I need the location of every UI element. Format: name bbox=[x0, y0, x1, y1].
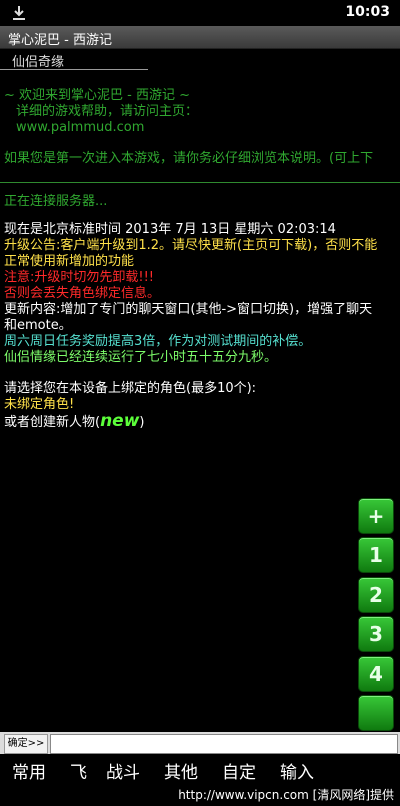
update-content-cont: 和emote。 bbox=[4, 318, 72, 333]
no-role-bound: 未绑定角色! bbox=[4, 397, 75, 412]
create-suffix: ) bbox=[139, 415, 145, 430]
weekend-bonus: 周六周日任务奖励提高3倍，作为对测试期间的补偿。 bbox=[4, 334, 312, 349]
menu-input[interactable]: 输入 bbox=[280, 758, 314, 783]
side-button-4[interactable]: 4 bbox=[358, 656, 394, 692]
bottom-menu: 常用 飞 战斗 其他 自定 输入 bbox=[0, 755, 400, 783]
warning-line-cont: 否则会丢失角色绑定信息。 bbox=[4, 286, 161, 301]
new-character-link[interactable]: new bbox=[100, 411, 139, 431]
side-button-plus[interactable]: + bbox=[358, 498, 394, 534]
create-prefix: 或者创建新人物( bbox=[4, 415, 101, 430]
warning-line: 注意:升级时切勿先卸载!!! bbox=[4, 270, 155, 285]
choose-role-prompt: 请选择您在本设备上绑定的角色(最多10个): bbox=[4, 381, 257, 396]
status-bar: 10:03 bbox=[0, 0, 400, 26]
tab-row: 仙侣奇缘 bbox=[0, 49, 400, 70]
title-bar: 掌心泥巴 - 西游记 bbox=[0, 26, 400, 49]
tab-label: 仙侣奇缘 bbox=[12, 55, 65, 70]
menu-custom[interactable]: 自定 bbox=[222, 758, 256, 783]
update-content: 更新内容:增加了专门的聊天窗口(其他->窗口切换)，增强了聊天 bbox=[4, 302, 373, 317]
watermark-text: http://www.vipcn.com [清风网络]提供 bbox=[178, 788, 394, 802]
menu-fly[interactable]: 飞 bbox=[70, 758, 87, 783]
welcome-line: ~ 欢迎来到掌心泥巴 - 西游记 ~ bbox=[4, 88, 191, 103]
menu-common[interactable]: 常用 bbox=[12, 758, 46, 783]
first-time-note: 如果您是第一次进入本游戏，请你务必仔细浏览本说明。(可上下 bbox=[4, 151, 374, 166]
window-title: 掌心泥巴 - 西游记 bbox=[8, 33, 112, 48]
status-time: 10:03 bbox=[345, 4, 390, 20]
homepage-link[interactable]: www.palmmud.com bbox=[16, 120, 144, 135]
input-bar: 确定>> bbox=[0, 732, 400, 754]
separator bbox=[0, 182, 400, 183]
menu-battle[interactable]: 战斗 bbox=[106, 758, 140, 783]
tab-server[interactable]: 仙侣奇缘 bbox=[0, 49, 148, 70]
server-time: 现在是北京标准时间 2013年 7月 13日 星期六 02:03:14 bbox=[4, 222, 336, 237]
confirm-button[interactable]: 确定>> bbox=[4, 734, 48, 754]
watermark-bar: http://www.vipcn.com [清风网络]提供 bbox=[0, 783, 400, 806]
upgrade-notice: 升级公告:客户端升级到1.2。请尽快更新(主页可下载)，否则不能 bbox=[4, 238, 378, 253]
side-button-1[interactable]: 1 bbox=[358, 537, 394, 573]
welcome-help: 详细的游戏帮助，请访问主页： bbox=[16, 104, 199, 119]
create-character[interactable]: 或者创建新人物(new) bbox=[4, 411, 145, 431]
side-button-2[interactable]: 2 bbox=[358, 577, 394, 613]
side-button-3[interactable]: 3 bbox=[358, 616, 394, 652]
download-icon bbox=[13, 6, 25, 20]
uptime: 仙侣情缘已经连续运行了七小时五十五分九秒。 bbox=[4, 350, 278, 365]
menu-other[interactable]: 其他 bbox=[164, 758, 198, 783]
connecting-status: 正在连接服务器... bbox=[4, 194, 108, 209]
command-input[interactable] bbox=[50, 734, 398, 754]
upgrade-notice-cont: 正常使用新增加的功能 bbox=[4, 254, 135, 269]
side-button-blank[interactable] bbox=[358, 695, 394, 731]
